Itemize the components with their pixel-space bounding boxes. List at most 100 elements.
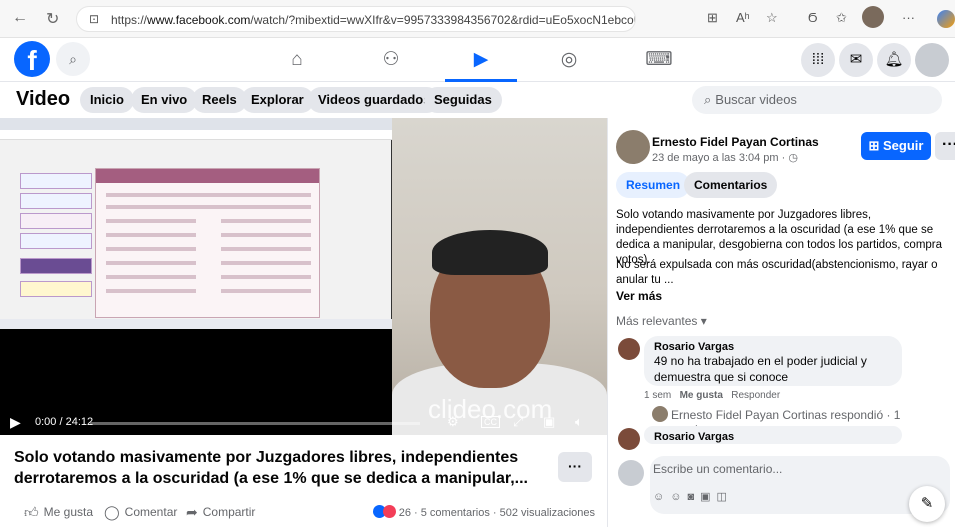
emoji-icon[interactable]: ☺ [670, 491, 687, 503]
screen-form-row [106, 289, 196, 293]
screen-side-box [20, 281, 92, 297]
friends-icon[interactable]: ⚇ [366, 42, 416, 78]
screen-form-row [221, 289, 311, 293]
comment-text: 49 no ha trabajado en el poder judicial … [654, 354, 867, 384]
copilot-icon[interactable] [937, 10, 955, 28]
home-icon[interactable]: ⌂ [272, 42, 322, 78]
comment-button[interactable]: ◯ Comentar [104, 504, 177, 521]
volume-icon[interactable]: 🔈︎ [575, 414, 583, 430]
screen-form-row [106, 233, 196, 237]
watch-icon[interactable]: ▶ [456, 42, 506, 78]
menu-dots-icon[interactable]: ··· [902, 10, 915, 25]
tab-resumen[interactable]: Resumen [616, 172, 691, 198]
search-icon[interactable]: ⌕ [56, 42, 90, 76]
tab-seguidas[interactable]: Seguidas [424, 87, 502, 113]
compose-icon: ✎ [920, 495, 934, 512]
groups-icon[interactable]: ◎ [544, 42, 594, 78]
comment-sort-dropdown[interactable]: Más relevantes ▾ [616, 314, 707, 328]
love-reaction-icon [382, 505, 396, 518]
globe-icon: ◷ [788, 152, 798, 164]
captions-icon[interactable]: CC [481, 416, 500, 428]
lock-icon: ⊡ [89, 12, 100, 26]
tab-en-vivo[interactable]: En vivo [131, 87, 198, 113]
screen-form-header [96, 169, 319, 183]
menu-grid-icon[interactable]: ⁞⁞⁞ [801, 43, 835, 77]
tab-inicio[interactable]: Inicio [80, 87, 134, 113]
stats-text: 26 · 5 comentarios · 502 visualizaciones [398, 507, 595, 519]
reload-icon[interactable]: ↻ [46, 9, 59, 29]
commenter-avatar[interactable] [618, 338, 640, 360]
screen-taskbar [0, 319, 392, 329]
apps-icon[interactable]: ⊞ [707, 10, 718, 26]
settings-gear-icon[interactable]: ⚙ [447, 414, 459, 430]
fullscreen-icon[interactable]: ⤢ [513, 414, 523, 430]
extension-icon[interactable]: Ϭ [808, 10, 818, 25]
composer-avatar [618, 460, 644, 486]
search-placeholder: Buscar videos [715, 92, 797, 107]
notifications-bell-icon[interactable]: 🔔︎ [877, 43, 911, 77]
gif-icon[interactable]: ▣ [700, 491, 716, 503]
tab-explorar[interactable]: Explorar [241, 87, 314, 113]
screen-form-row [106, 193, 311, 197]
screen-side-box [20, 233, 92, 249]
screen-side-box [20, 173, 92, 189]
chevron-down-icon: ▾ [700, 314, 707, 328]
address-bar[interactable]: ⊡ https://www.facebook.com/watch/?mibext… [76, 6, 636, 32]
comment-input[interactable]: Escribe un comentario... [653, 462, 782, 476]
facebook-logo-icon[interactable]: f [14, 41, 50, 77]
comment-bubble: Rosario Vargas [644, 426, 902, 444]
screen-form-row [106, 261, 196, 265]
follow-label: Seguir [883, 138, 924, 153]
like-button[interactable]: 👍︎ Me gusta [24, 504, 93, 521]
gaming-icon[interactable]: ⌨ [634, 42, 684, 78]
follow-icon: ⊞ [868, 138, 884, 153]
comment-composer[interactable]: Escribe un comentario... ☺☺◙▣◫ [650, 456, 950, 514]
page-title: Video [16, 88, 71, 110]
screen-side-box [20, 258, 92, 274]
follow-button[interactable]: ⊞ Seguir [861, 132, 931, 160]
account-avatar-icon[interactable] [915, 43, 949, 77]
see-more-link[interactable]: Ver más [616, 289, 662, 303]
comment-time: 1 sem [644, 390, 672, 401]
avatar-sticker-icon[interactable]: ☺ [653, 491, 670, 503]
new-message-button[interactable]: ✎ [909, 486, 945, 522]
engagement-stats[interactable]: 26 · 5 comentarios · 502 visualizaciones [372, 505, 595, 519]
like-label: Me gusta [43, 505, 93, 519]
browser-toolbar: ← ↻ ⊡ https://www.facebook.com/watch/?mi… [0, 0, 955, 38]
tab-comentarios[interactable]: Comentarios [684, 172, 778, 198]
commenter-name[interactable]: Rosario Vargas [654, 431, 892, 443]
tab-videos-guardados[interactable]: Videos guardados [308, 87, 441, 113]
commenter-name[interactable]: Rosario Vargas [654, 341, 892, 353]
play-icon[interactable]: ▶ [10, 414, 21, 431]
back-icon[interactable]: ← [12, 9, 28, 27]
details-panel: Ernesto Fidel Payan Cortinas 23 de mayo … [607, 118, 955, 527]
tab-reels[interactable]: Reels [192, 87, 247, 113]
comment-meta: 1 sem Me gusta Responder [644, 390, 780, 401]
picture-in-picture-icon[interactable]: ▣ [543, 414, 555, 430]
comment-bubble-icon: ◯ [104, 504, 120, 520]
commenter-avatar[interactable] [618, 428, 640, 450]
video-search-input[interactable]: ⌕ Buscar videos [692, 86, 942, 114]
panel-more-button[interactable]: ··· [935, 132, 955, 160]
share-button[interactable]: ➦ Compartir [186, 504, 255, 521]
sticker-icon[interactable]: ◫ [717, 491, 733, 503]
author-name[interactable]: Ernesto Fidel Payan Cortinas [652, 135, 819, 149]
messenger-icon[interactable]: ✉ [839, 43, 873, 77]
more-options-button[interactable]: ··· [558, 452, 592, 482]
url-host: www.facebook.com [147, 13, 251, 27]
video-time: 0:00 / 24:12 [35, 416, 94, 428]
profile-avatar-icon[interactable] [862, 6, 884, 28]
author-avatar[interactable] [616, 130, 650, 164]
screen-browser-tabs [0, 118, 392, 130]
comment-reply-link[interactable]: Responder [731, 390, 780, 401]
screen-side-box [20, 213, 92, 229]
post-date[interactable]: 23 de mayo a las 3:04 pm · ◷ [652, 151, 798, 164]
video-player[interactable]: clideo.com ▶ 0:00 / 24:12 ⚙ CC ⤢ ▣ 🔈︎ [0, 118, 607, 435]
favorites-icon[interactable]: ✩ [836, 10, 847, 26]
progress-bar[interactable] [90, 422, 420, 425]
comment-like-link[interactable]: Me gusta [680, 390, 723, 401]
read-aloud-icon[interactable]: Aʰ [736, 10, 750, 25]
camera-icon[interactable]: ◙ [687, 491, 700, 503]
favorite-star-icon[interactable]: ☆ [766, 10, 778, 26]
screen-form-row [221, 261, 311, 265]
